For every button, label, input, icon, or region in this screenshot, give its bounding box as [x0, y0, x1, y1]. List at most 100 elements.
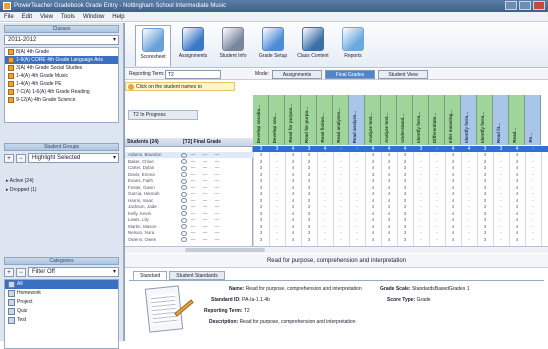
score-cell[interactable]: 4: [381, 178, 397, 184]
score-cell[interactable]: 4: [285, 224, 301, 230]
final-grade-comment[interactable]: —: [199, 185, 211, 191]
category-item-all[interactable]: All: [5, 280, 118, 289]
score-cell[interactable]: -: [317, 152, 333, 158]
student-row[interactable]: Adams, Brandon — — —: [125, 152, 253, 158]
score-cell[interactable]: 4: [445, 230, 461, 236]
score-cell[interactable]: -: [413, 185, 429, 191]
score-cell[interactable]: -: [333, 217, 349, 223]
student-name[interactable]: Harris, Isaac: [125, 198, 181, 204]
class-item[interactable]: 3(A) 4th Grade Social Studies: [5, 64, 118, 72]
score-cell[interactable]: 3: [365, 172, 381, 178]
score-cell[interactable]: 3: [253, 204, 269, 210]
score-cell[interactable]: 3: [301, 224, 317, 230]
score-cell[interactable]: -: [525, 237, 541, 243]
final-grade-extra[interactable]: —: [211, 165, 223, 171]
score-cell[interactable]: 3: [397, 237, 413, 243]
score-cell[interactable]: 3: [397, 211, 413, 217]
score-cell[interactable]: 3: [477, 237, 493, 243]
group-filter-select[interactable]: Highlight Selected: [28, 153, 119, 163]
score-cell[interactable]: 3: [477, 152, 493, 158]
score-cell[interactable]: -: [493, 204, 509, 210]
score-cell[interactable]: 4: [445, 204, 461, 210]
score-cell[interactable]: -: [461, 198, 477, 204]
score-cell[interactable]: -: [269, 185, 285, 191]
close-button[interactable]: [533, 1, 545, 10]
category-filter-select[interactable]: Filter Off: [28, 267, 119, 277]
score-cell[interactable]: 4: [445, 217, 461, 223]
score-cell[interactable]: 4: [285, 165, 301, 171]
score-cell[interactable]: -: [461, 204, 477, 210]
student-row[interactable]: Lewis, Lily — — —: [125, 217, 253, 223]
final-grade-value[interactable]: —: [187, 211, 199, 217]
score-cell[interactable]: -: [493, 172, 509, 178]
score-cell[interactable]: 3: [477, 230, 493, 236]
student-row[interactable]: Owens, Owen — — —: [125, 237, 253, 243]
menu-help[interactable]: Help: [112, 12, 124, 21]
term-select[interactable]: 2011-2012: [4, 35, 119, 45]
add-group-button[interactable]: +: [4, 153, 14, 163]
score-cell[interactable]: 3: [253, 230, 269, 236]
final-grade-extra[interactable]: —: [211, 185, 223, 191]
score-cell[interactable]: -: [493, 152, 509, 158]
score-cell[interactable]: 3: [397, 185, 413, 191]
score-cell[interactable]: 4: [509, 178, 525, 184]
score-cell[interactable]: -: [429, 165, 445, 171]
final-grade-comment[interactable]: —: [199, 211, 211, 217]
final-grade-extra[interactable]: —: [211, 204, 223, 210]
score-cell[interactable]: 4: [285, 237, 301, 243]
score-cell[interactable]: 4: [365, 185, 381, 191]
score-cell[interactable]: 4: [285, 191, 301, 197]
score-cell[interactable]: -: [333, 178, 349, 184]
student-row[interactable]: Kelly, Kevin — — —: [125, 211, 253, 217]
final-grade-value[interactable]: —: [187, 230, 199, 236]
score-cell[interactable]: 4: [509, 172, 525, 178]
score-cell[interactable]: -: [349, 204, 365, 210]
score-cell[interactable]: 3: [477, 159, 493, 165]
score-cell[interactable]: 3: [397, 217, 413, 223]
score-cell[interactable]: 4: [381, 165, 397, 171]
score-cell[interactable]: 4: [509, 204, 525, 210]
student-name[interactable]: Nelson, Nora: [125, 230, 181, 236]
score-cell[interactable]: -: [269, 172, 285, 178]
standard-column-header[interactable]: Differentiate...: [429, 95, 445, 145]
score-cell[interactable]: 4: [365, 159, 381, 165]
student-name[interactable]: Adams, Brandon: [125, 152, 181, 158]
score-cell[interactable]: -: [333, 204, 349, 210]
score-cell[interactable]: -: [333, 159, 349, 165]
score-cell[interactable]: 4: [365, 204, 381, 210]
tool-scoresheet-button[interactable]: Scoresheet: [135, 25, 171, 66]
score-cell[interactable]: 3: [301, 178, 317, 184]
class-item[interactable]: 8(A) 4th Grade: [5, 48, 118, 56]
score-cell[interactable]: -: [429, 198, 445, 204]
score-cell[interactable]: -: [349, 230, 365, 236]
score-cell[interactable]: -: [525, 230, 541, 236]
score-cell[interactable]: 3: [477, 185, 493, 191]
score-cell[interactable]: 3: [253, 159, 269, 165]
score-cell[interactable]: 4: [365, 152, 381, 158]
category-item-quiz[interactable]: Quiz: [5, 307, 118, 316]
standard-column-header[interactable]: Analyze text...: [381, 95, 397, 145]
score-cell[interactable]: 4: [445, 165, 461, 171]
score-cell[interactable]: 3: [301, 159, 317, 165]
score-cell[interactable]: -: [413, 230, 429, 236]
student-name[interactable]: Foster, Gavin: [125, 185, 181, 191]
score-cell[interactable]: 4: [381, 224, 397, 230]
mode-final-grades-button[interactable]: Final Grades: [325, 70, 375, 79]
menu-edit[interactable]: Edit: [22, 12, 32, 21]
final-grade-header[interactable]: [T2] Final Grade: [181, 138, 221, 146]
reporting-term-select[interactable]: T2: [165, 70, 221, 79]
score-cell[interactable]: 4: [509, 165, 525, 171]
score-cell[interactable]: -: [349, 152, 365, 158]
score-cell[interactable]: 4: [285, 172, 301, 178]
final-grade-comment[interactable]: —: [199, 237, 211, 243]
final-grade-comment[interactable]: —: [199, 230, 211, 236]
score-cell[interactable]: 3: [397, 191, 413, 197]
final-grade-extra[interactable]: —: [211, 217, 223, 223]
score-cell[interactable]: -: [317, 172, 333, 178]
student-name[interactable]: Carter, Dylan: [125, 165, 181, 171]
final-grade-extra[interactable]: —: [211, 230, 223, 236]
final-grade-extra[interactable]: —: [211, 211, 223, 217]
score-cell[interactable]: -: [525, 178, 541, 184]
score-cell[interactable]: -: [525, 204, 541, 210]
student-row[interactable]: Evans, Faith — — —: [125, 178, 253, 184]
